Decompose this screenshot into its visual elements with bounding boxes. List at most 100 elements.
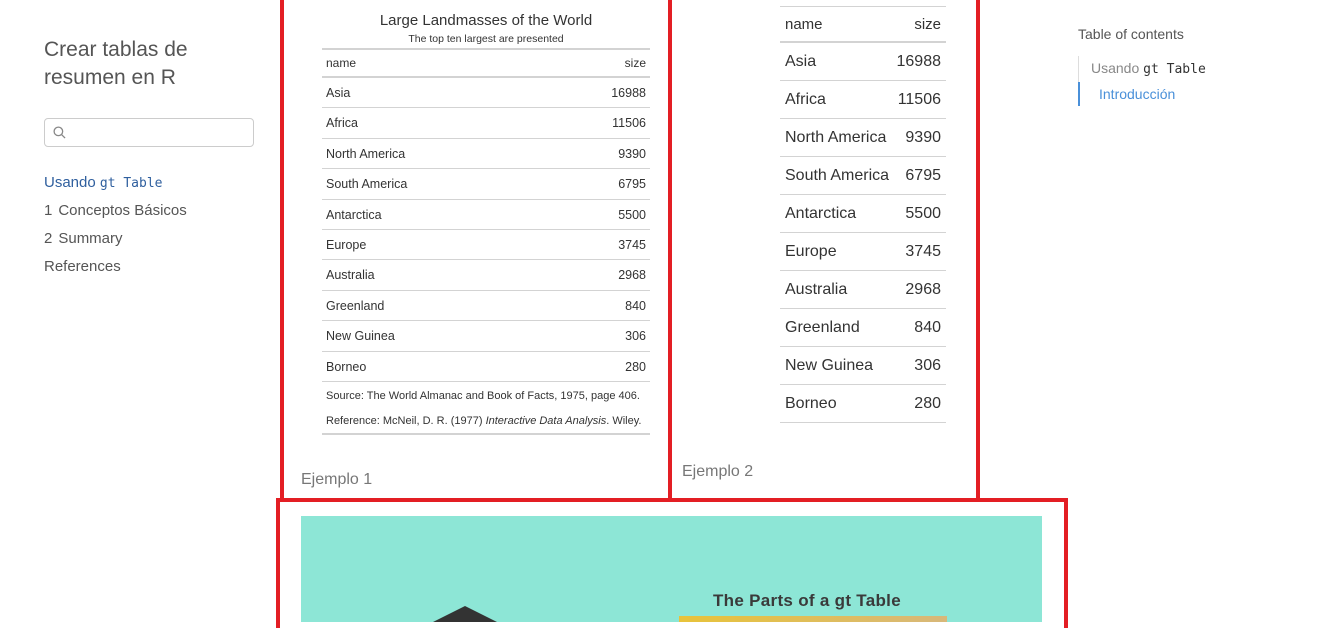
toc-item-introduccion[interactable]: Introducción xyxy=(1078,82,1279,106)
toc-item-label: Usando xyxy=(1091,60,1144,76)
cell-size: 840 xyxy=(625,298,646,313)
table-row: New Guinea 306 xyxy=(780,347,946,385)
cell-name: North America xyxy=(785,129,887,146)
image-title: The Parts of a gt Table xyxy=(713,591,901,610)
cell-size: 16988 xyxy=(611,86,646,100)
cell-size: 9390 xyxy=(618,146,646,161)
column-header-size: size xyxy=(914,16,941,33)
reference-prefix: Reference: McNeil, D. R. (1977) xyxy=(326,414,486,427)
sidebar-item-references[interactable]: References xyxy=(44,257,121,277)
table-reference-note: Reference: McNeil, D. R. (1977) Interact… xyxy=(322,407,650,435)
cell-size: 2968 xyxy=(618,268,646,283)
gt-table-example-2: name size Asia 16988 Africa 11506 North Amer… xyxy=(780,6,946,423)
sidebar-item-label: Usando xyxy=(44,174,100,191)
table-row: Africa 11506 xyxy=(322,108,650,139)
sidebar-item-label: References xyxy=(44,258,121,275)
column-header-name: name xyxy=(326,56,357,70)
cell-size: 16988 xyxy=(896,53,942,70)
toc-item-code: gt Table xyxy=(1143,62,1206,77)
cell-name: New Guinea xyxy=(785,357,874,374)
cell-size: 6795 xyxy=(905,167,941,184)
figure-caption-1: Ejemplo 1 xyxy=(301,471,373,488)
cell-size: 840 xyxy=(914,319,941,336)
figure-caption-2: Ejemplo 2 xyxy=(682,463,754,480)
table-body: Asia 16988 Africa 11506 North America 9390 Sou… xyxy=(322,78,650,382)
cell-size: 11506 xyxy=(897,91,941,108)
gt-table-example-1: Large Landmasses of the World The top te… xyxy=(322,8,650,435)
cell-size: 5500 xyxy=(905,205,941,222)
column-header-name: name xyxy=(785,16,823,33)
cell-size: 2968 xyxy=(905,281,941,298)
cell-name: South America xyxy=(326,177,408,192)
cell-name: Greenland xyxy=(785,319,860,336)
table-row: Greenland 840 xyxy=(322,291,650,322)
cell-name: Asia xyxy=(326,86,351,100)
cell-size: 306 xyxy=(625,329,646,344)
table-row: Asia 16988 xyxy=(322,78,650,109)
table-row: Borneo 280 xyxy=(780,385,946,423)
cell-size: 280 xyxy=(625,359,646,374)
toc-item-usando-gt-table[interactable]: Usando gt Table xyxy=(1079,56,1279,82)
gt-hex-logo-shape xyxy=(425,606,505,622)
cell-name: Borneo xyxy=(785,395,837,412)
cell-name: Greenland xyxy=(326,298,385,313)
table-row: North America 9390 xyxy=(780,119,946,157)
table-subtitle: The top ten largest are presented xyxy=(322,29,650,50)
cell-size: 280 xyxy=(914,395,941,412)
cell-size: 3745 xyxy=(618,237,646,252)
image-title-bar xyxy=(679,616,947,622)
cell-name: Africa xyxy=(326,116,358,131)
cell-size: 9390 xyxy=(905,129,941,146)
column-header-size: size xyxy=(624,56,646,70)
reference-suffix: . Wiley. xyxy=(606,414,642,427)
sidebar-item-summary[interactable]: 2 Summary xyxy=(44,229,123,249)
table-row: Asia 16988 xyxy=(780,43,946,81)
table-header-row: name size xyxy=(322,50,650,78)
toc-list: Usando gt Table Introducción xyxy=(1078,56,1279,106)
sidebar-item-number: 2 xyxy=(44,230,53,247)
table-row: Europe 3745 xyxy=(780,233,946,271)
sidebar-item-label: Conceptos Básicos xyxy=(58,202,187,219)
table-row: North America 9390 xyxy=(322,139,650,170)
cell-name: Africa xyxy=(785,91,826,108)
table-row: Greenland 840 xyxy=(780,309,946,347)
cell-name: Australia xyxy=(785,281,848,298)
sidebar-item-usando-gt-table[interactable]: Usando gt Table xyxy=(44,173,163,194)
cell-name: Asia xyxy=(785,53,817,70)
cell-name: Europe xyxy=(785,243,837,260)
cell-name: Australia xyxy=(326,268,375,283)
cell-name: New Guinea xyxy=(326,329,395,344)
cell-size: 6795 xyxy=(618,177,646,192)
sidebar-item-number: 1 xyxy=(44,202,53,219)
parts-of-gt-table-image: The Parts of a gt Table xyxy=(301,516,1042,622)
table-row: New Guinea 306 xyxy=(322,321,650,352)
cell-name: Antarctica xyxy=(785,205,857,222)
sidebar-item-code: gt Table xyxy=(99,176,163,191)
table-row: Antarctica 5500 xyxy=(780,195,946,233)
cell-name: Borneo xyxy=(326,359,367,374)
search-input[interactable] xyxy=(71,121,251,146)
table-row: Australia 2968 xyxy=(780,271,946,309)
table-row: South America 6795 xyxy=(322,169,650,200)
sidebar-item-label: Summary xyxy=(58,230,123,247)
cell-size: 11506 xyxy=(612,116,646,131)
toc-title: Table of contents xyxy=(1078,26,1184,42)
table-row: Africa 11506 xyxy=(780,81,946,119)
table-row: Antarctica 5500 xyxy=(322,200,650,230)
cell-name: Europe xyxy=(326,237,367,252)
cell-name: South America xyxy=(785,167,890,184)
site-title[interactable]: Crear tablas de resumen en R xyxy=(44,36,244,92)
cell-name: Antarctica xyxy=(326,207,382,222)
table-row: Europe 3745 xyxy=(322,230,650,261)
table-row: South America 6795 xyxy=(780,157,946,195)
sidebar-item-conceptos-basicos[interactable]: 1 Conceptos Básicos xyxy=(44,201,187,221)
cell-size: 5500 xyxy=(618,207,646,222)
table-row: Borneo 280 xyxy=(322,352,650,382)
search-box[interactable] xyxy=(44,118,254,147)
table-body: Asia 16988 Africa 11506 North America 9390 Sou… xyxy=(780,43,946,423)
cell-size: 3745 xyxy=(905,243,941,260)
reference-title: Interactive Data Analysis xyxy=(485,414,607,427)
cell-size: 306 xyxy=(914,357,941,374)
table-row: Australia 2968 xyxy=(322,260,650,291)
search-icon xyxy=(53,126,66,139)
